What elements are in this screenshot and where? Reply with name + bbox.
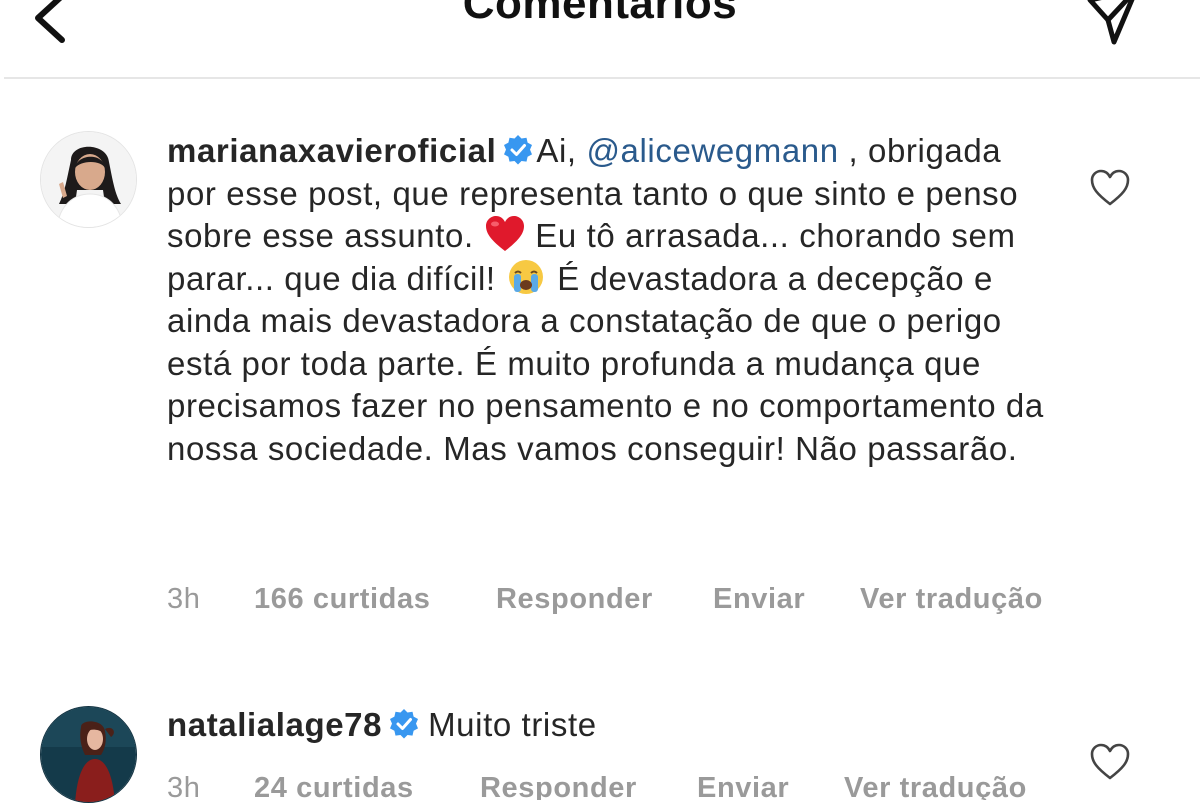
page-title: Comentários [462,0,738,28]
reply-button[interactable]: Responder [496,583,653,616]
paper-plane-icon [1087,0,1135,45]
comment-username[interactable]: natalialage78 [167,706,382,743]
comment-time: 3h [167,772,201,800]
header: Comentários [0,0,1200,80]
avatar-image [41,132,136,227]
like-button[interactable] [1088,168,1132,208]
crying-face-emoji [509,259,544,294]
mention-link[interactable]: @alicewegmann [586,132,838,169]
avatar[interactable] [40,706,137,803]
comment-meta: 3h 24 curtidas Responder Enviar Ver trad… [167,772,1167,800]
likes-count[interactable]: 24 curtidas [254,772,414,800]
comment-text-part: Muito triste [428,706,597,743]
share-button[interactable] [1082,0,1142,46]
verified-badge-icon [390,709,419,739]
header-divider [4,77,1200,79]
comment-text-part: Ai, [536,132,587,169]
send-button[interactable]: Enviar [713,583,805,616]
comment-username[interactable]: marianaxavieroficial [167,132,496,169]
avatar[interactable] [40,131,137,228]
comment-text: marianaxavieroficial Ai, @alicewegmann ,… [167,130,1047,470]
send-button[interactable]: Enviar [697,772,789,800]
comment-time: 3h [167,583,201,615]
heart-emoji [485,216,524,251]
comment-text: natalialage78 Muito triste [167,704,1047,747]
translate-button[interactable]: Ver tradução [860,583,1043,616]
reply-button[interactable]: Responder [480,772,637,800]
avatar-image [41,707,136,802]
verified-badge-icon [504,135,533,165]
translate-button[interactable]: Ver tradução [844,772,1027,800]
likes-count[interactable]: 166 curtidas [254,583,430,616]
heart-outline-icon [1090,169,1130,206]
